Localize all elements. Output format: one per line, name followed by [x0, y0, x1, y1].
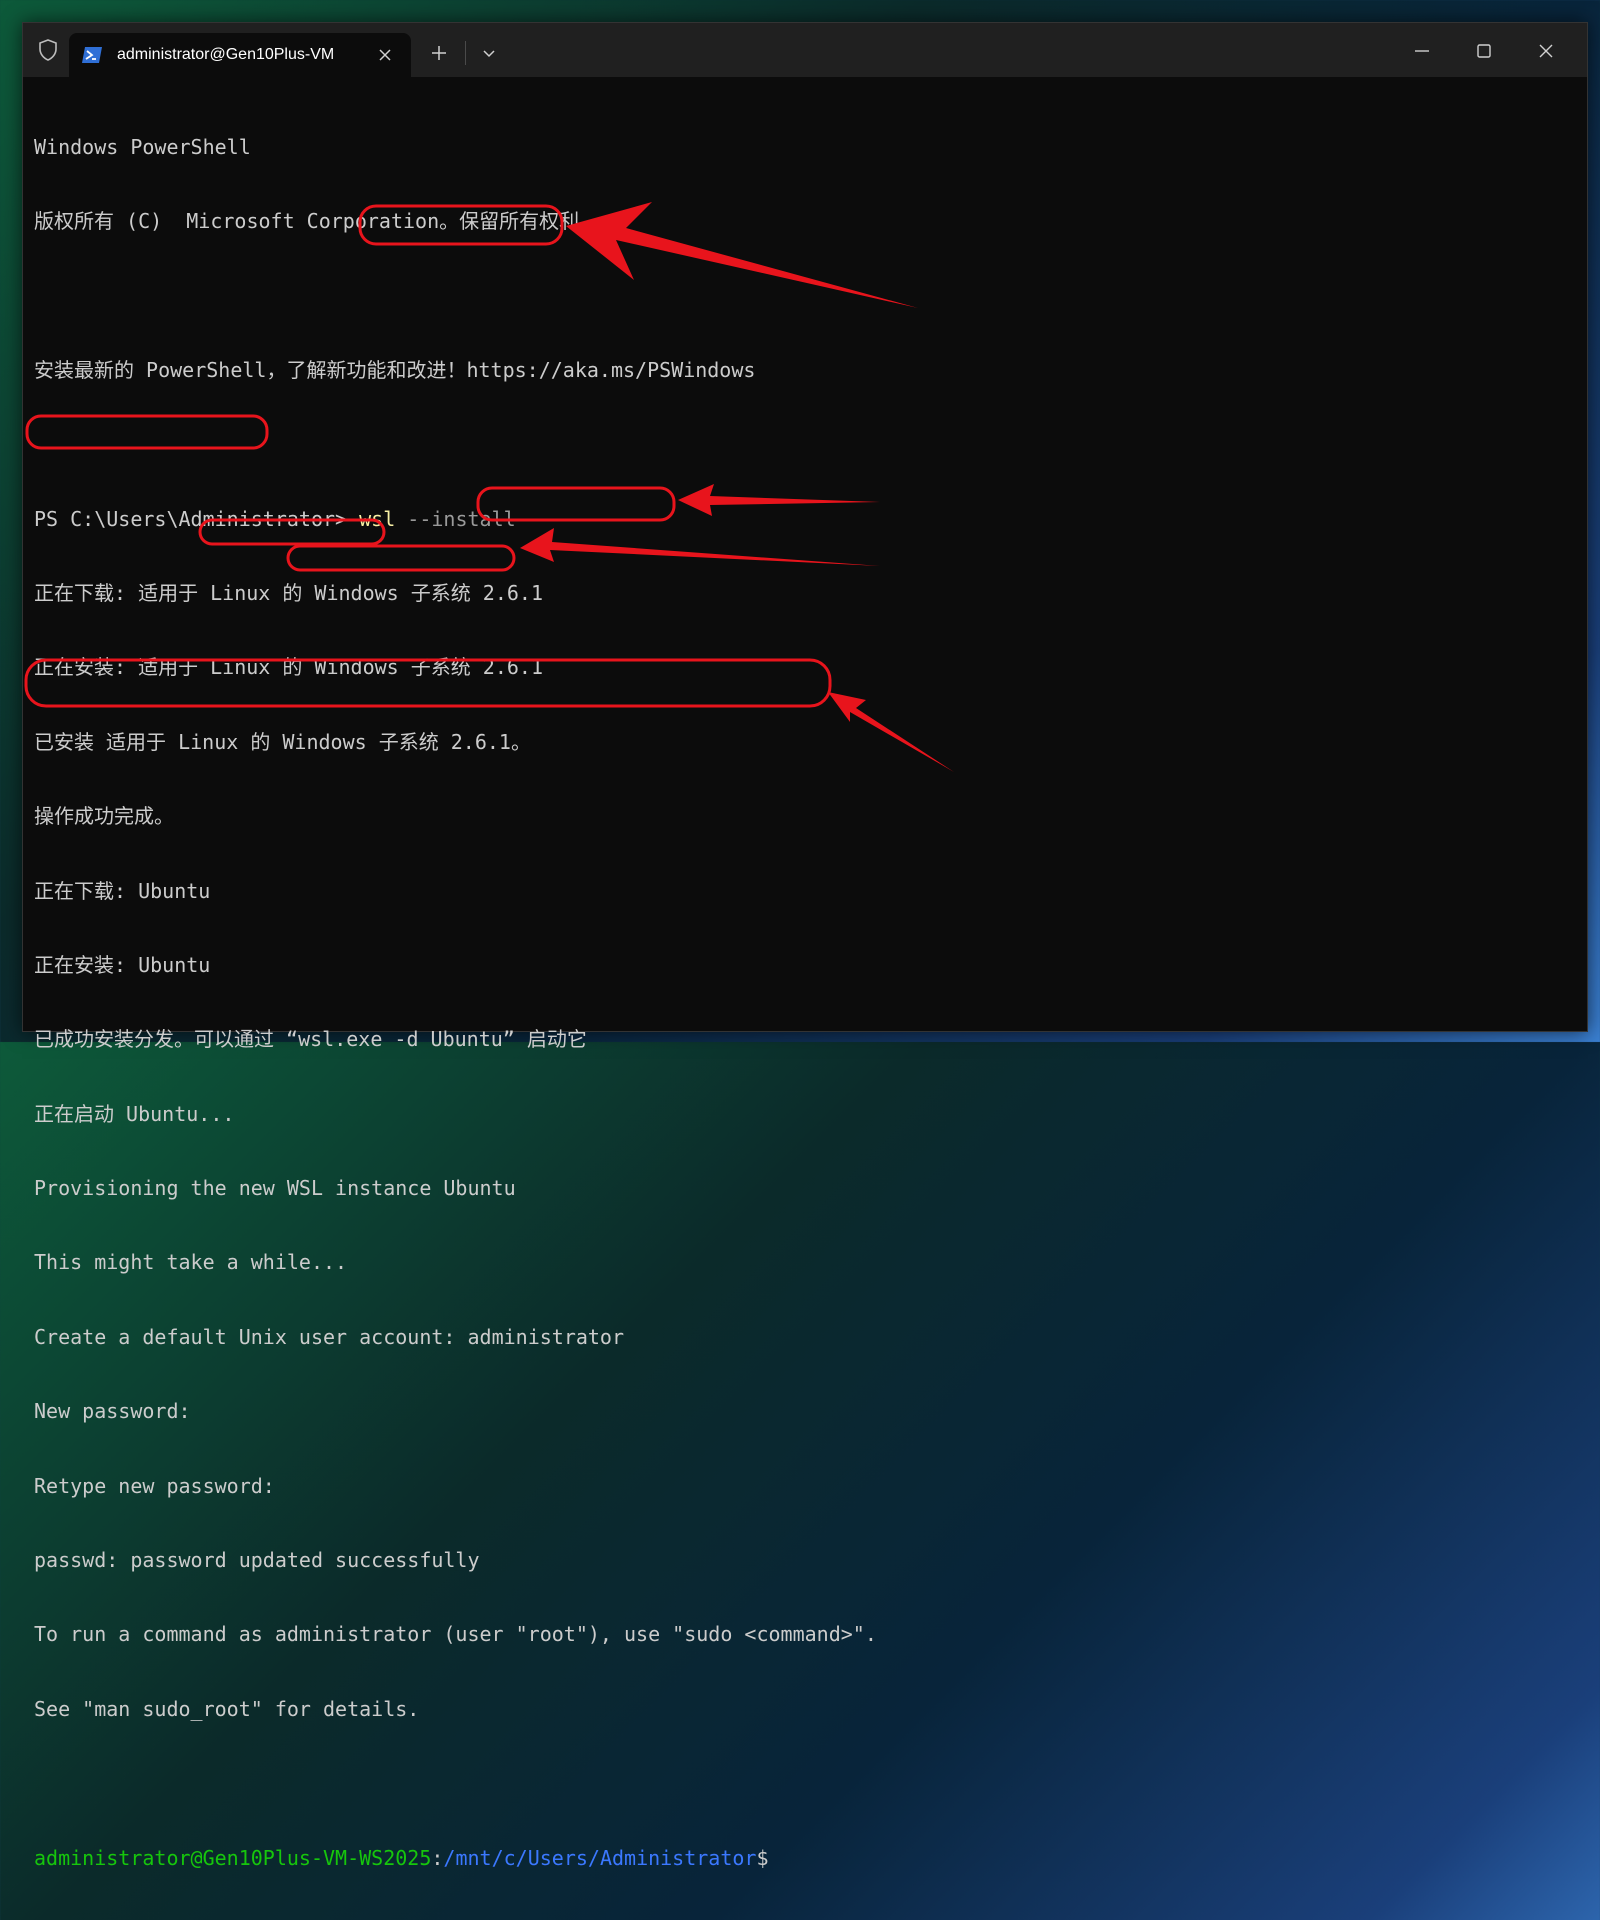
- terminal-output[interactable]: Windows PowerShell 版权所有 (C) Microsoft Co…: [34, 85, 1577, 1870]
- output-line: See "man sudo_root" for details.: [34, 1696, 420, 1721]
- title-bar: administrator@Gen10Plus-VM: [23, 23, 1587, 77]
- prompt-separator: :: [431, 1845, 444, 1870]
- terminal-window: administrator@Gen10Plus-VM Windows Power…: [22, 22, 1588, 1870]
- output-line: 操作成功完成。: [34, 804, 174, 829]
- prompt-symbol: $: [756, 1845, 769, 1870]
- output-line: 正在安装: 适用于 Linux 的 Windows 子系统 2.6.1: [34, 655, 543, 680]
- output-line: 正在启动 Ubuntu...: [34, 1101, 235, 1126]
- output-line: Windows PowerShell: [34, 134, 251, 159]
- output-line: 已成功安装分发。可以通过 “wsl.exe -d Ubuntu” 启动它: [34, 1027, 587, 1052]
- output-line: Retype new password:: [34, 1473, 275, 1498]
- chevron-down-icon[interactable]: [475, 39, 503, 67]
- output-line: passwd: password updated successfully: [34, 1548, 480, 1573]
- output-line: 正在下载: 适用于 Linux 的 Windows 子系统 2.6.1: [34, 580, 543, 605]
- command-line: PS C:\Users\Administrator> wsl --install: [34, 507, 1577, 532]
- minimize-icon[interactable]: [1399, 35, 1445, 67]
- powershell-icon: [81, 44, 103, 66]
- shield-icon[interactable]: [35, 37, 61, 63]
- tab-powershell[interactable]: administrator@Gen10Plus-VM: [69, 33, 411, 77]
- username-input: administrator: [467, 1324, 625, 1349]
- username-prompt: Create a default Unix user account:: [34, 1324, 468, 1349]
- output-line: 正在下载: Ubuntu: [34, 878, 211, 903]
- maximize-icon[interactable]: [1461, 35, 1507, 67]
- plus-icon[interactable]: [425, 39, 453, 67]
- command-args: --install: [395, 506, 516, 531]
- output-line: 安装最新的 PowerShell，了解新功能和改进！https://aka.ms…: [34, 357, 756, 382]
- output-line: Provisioning the new WSL instance Ubuntu: [34, 1176, 516, 1201]
- prompt-user: administrator@Gen10Plus-VM-WS2025: [34, 1845, 432, 1870]
- output-line: 正在安装: Ubuntu: [34, 952, 211, 977]
- output-line: 已安装 适用于 Linux 的 Windows 子系统 2.6.1。: [34, 729, 531, 754]
- output-line: This might take a while...: [34, 1250, 348, 1275]
- close-icon[interactable]: [371, 41, 399, 69]
- ps-prompt: PS C:\Users\Administrator>: [34, 506, 360, 531]
- command-name: wsl: [359, 506, 396, 531]
- output-line: To run a command as administrator (user …: [34, 1622, 877, 1647]
- window-close-icon[interactable]: [1523, 35, 1569, 67]
- tab-title: administrator@Gen10Plus-VM: [117, 46, 335, 63]
- tab-separator: [465, 41, 466, 65]
- output-line: 版权所有 (C) Microsoft Corporation。保留所有权利。: [34, 208, 600, 233]
- shell-prompt-line[interactable]: administrator@Gen10Plus-VM-WS2025:/mnt/c…: [34, 1846, 1577, 1871]
- username-line: Create a default Unix user account: admi…: [34, 1325, 1577, 1350]
- output-line: New password:: [34, 1399, 191, 1424]
- prompt-path: /mnt/c/Users/Administrator: [443, 1845, 757, 1870]
